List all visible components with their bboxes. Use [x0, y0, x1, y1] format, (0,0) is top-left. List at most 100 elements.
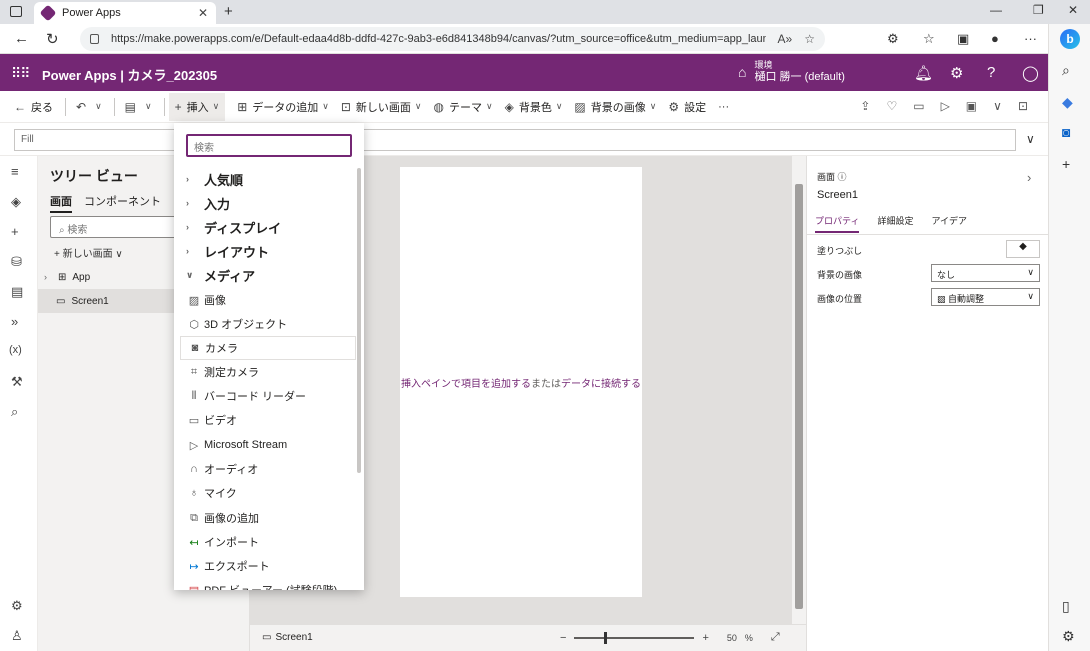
insert-search-input[interactable]: 検索 [186, 134, 352, 157]
search-icon[interactable]: ⌕ [11, 404, 18, 420]
tools-icon[interactable]: ⚒ [11, 374, 23, 390]
more-button[interactable]: ··· [718, 101, 729, 113]
image-position-select[interactable]: ▨ 自動調整 ∨ [931, 288, 1040, 306]
sidebar-toggle-icon[interactable]: ▯ [1062, 598, 1070, 615]
insert-pane-link[interactable]: 挿入ペインで項目を追加する [401, 379, 531, 390]
restore-icon[interactable]: ❐ [1033, 3, 1044, 17]
chevron-right-icon[interactable]: › [1027, 170, 1031, 185]
new-screen-tree-button[interactable]: + 新しい画面 ∨ [54, 245, 123, 260]
window-menu-icon[interactable] [10, 6, 22, 17]
settings-icon[interactable]: ⚙ [11, 598, 23, 614]
zoom-slider-knob[interactable] [604, 631, 608, 644]
virtual-agent-icon[interactable]: ♙ [11, 628, 23, 644]
current-screen[interactable]: ▭ Screen1 [262, 632, 313, 643]
menu-item-barcode-reader[interactable]: ⦀ バーコード リーダー [174, 384, 356, 408]
play-icon[interactable]: ▷ [941, 99, 950, 113]
add-sidebar-app-icon[interactable]: + [1062, 156, 1070, 172]
help-icon[interactable]: ⓘ [838, 172, 847, 182]
browser-tab[interactable]: Power Apps ✕ [34, 2, 216, 24]
tree-view-icon[interactable]: ◈ [11, 194, 21, 210]
read-aloud-icon[interactable]: A» [778, 32, 793, 46]
back-arrow-icon[interactable]: ← [14, 30, 29, 47]
settings-button[interactable]: ⚙ 設定 [668, 99, 706, 115]
menu-item-microsoft-stream[interactable]: ▷ Microsoft Stream [174, 433, 356, 457]
settings-gear-icon[interactable]: ⚙ [950, 64, 963, 82]
app-checker-icon[interactable]: ♡ [886, 99, 897, 113]
menu-icon[interactable]: ≡ [11, 164, 19, 179]
background-image-button[interactable]: ▨ 背景の画像 ∨ [574, 99, 656, 115]
tab-advanced[interactable]: 詳細設定 [877, 214, 913, 233]
connect-data-link[interactable]: データに接続する [561, 379, 641, 390]
category-popular[interactable]: › 人気順 [174, 167, 356, 191]
category-media[interactable]: ∨ メディア [174, 263, 356, 287]
chevron-down-icon[interactable]: ∨ [993, 99, 1002, 113]
zoom-in-icon[interactable]: + [702, 632, 708, 644]
power-automate-icon[interactable]: » [11, 314, 18, 329]
tab-screens[interactable]: 画面 [50, 193, 72, 213]
new-screen-button[interactable]: ⊡ 新しい画面 ∨ [341, 99, 422, 115]
category-input[interactable]: › 入力 [174, 191, 356, 215]
back-button[interactable]: ← 戻る [14, 99, 53, 115]
fit-to-window-icon[interactable]: ⤢ [771, 631, 780, 644]
menu-item-export[interactable]: ↦ エクスポート [174, 554, 356, 578]
favorites-icon[interactable]: ☆ [923, 31, 935, 47]
search-icon[interactable]: ⌕ [1062, 62, 1070, 79]
menu-item-camera[interactable]: ◙ カメラ [180, 336, 356, 360]
menu-item-microphone[interactable]: ♁ マイク [174, 481, 356, 505]
zoom-slider[interactable] [574, 631, 695, 644]
menu-item-import[interactable]: ↤ インポート [174, 530, 356, 554]
add-data-button[interactable]: ⊞ データの追加 ∨ [237, 99, 329, 115]
tab-components[interactable]: コンポーネント [84, 193, 161, 213]
outlook-icon[interactable]: ◙ [1062, 124, 1070, 140]
notifications-icon[interactable]: 🔔︎ [914, 64, 933, 82]
data-icon[interactable]: ⛁ [11, 254, 22, 270]
comments-icon[interactable]: ▭ [913, 99, 924, 113]
chevron-right-icon[interactable]: › [38, 272, 54, 282]
profile-icon[interactable]: ● [991, 31, 999, 46]
expand-formula-icon[interactable]: ∨ [1026, 132, 1035, 146]
publish-icon[interactable]: ⊡ [1018, 99, 1028, 113]
paste-button[interactable]: ▤ ∨ [125, 100, 152, 114]
category-layout[interactable]: › レイアウト [174, 239, 356, 263]
menu-item-video[interactable]: ▭ ビデオ [174, 408, 356, 432]
variables-icon[interactable]: (x) [9, 344, 22, 356]
menu-item-3d-object[interactable]: ⬡ 3D オブジェクト [174, 312, 356, 336]
favorite-star-icon[interactable]: ☆ [804, 32, 815, 46]
screen-canvas[interactable]: 挿入ペインで項目を追加するまたはデータに接続する [400, 167, 642, 597]
background-color-button[interactable]: ◈ 背景色 ∨ [505, 99, 563, 115]
menu-item-measuring-camera[interactable]: ⌗ 測定カメラ [174, 360, 356, 384]
collections-icon[interactable]: ▣ [957, 31, 969, 47]
insert-icon[interactable]: + [11, 224, 19, 239]
category-display[interactable]: › ディスプレイ [174, 215, 356, 239]
menu-item-image[interactable]: ▨ 画像 [174, 288, 356, 312]
minimize-icon[interactable]: — [990, 3, 1002, 17]
theme-button[interactable]: ◍ テーマ ∨ [434, 99, 493, 115]
account-icon[interactable]: ◯ [1022, 64, 1039, 82]
insert-button[interactable]: + 挿入 ∨ [168, 92, 226, 121]
canvas-scrollbar[interactable] [792, 156, 806, 624]
insert-menu-scrollbar[interactable] [357, 168, 361, 473]
menu-item-audio[interactable]: ∩ オーディオ [174, 457, 356, 481]
menu-item-pdf-viewer[interactable]: ▤PDF ビューアー (試験段階) [174, 578, 356, 591]
app-launcher-icon[interactable]: ⠿⠿ [11, 65, 30, 82]
extensions-icon[interactable]: ⚙ [887, 31, 899, 47]
close-window-icon[interactable]: ✕ [1068, 3, 1078, 17]
close-tab-icon[interactable]: ✕ [198, 6, 208, 20]
tab-properties[interactable]: プロパティ [815, 214, 860, 233]
help-icon[interactable]: ? [987, 64, 995, 81]
refresh-icon[interactable]: ↻ [46, 30, 59, 48]
browser-more-icon[interactable]: ··· [1024, 31, 1037, 46]
menu-item-add-picture[interactable]: ⧉ 画像の追加 [174, 506, 356, 530]
bing-icon[interactable]: b [1060, 29, 1080, 49]
environment-picker[interactable]: ⌂ 環境 樋口 勝一 (default) [738, 60, 845, 84]
property-selector[interactable]: Fill [14, 129, 1016, 151]
undo-button[interactable]: ↶ ∨ [76, 100, 102, 114]
zoom-out-icon[interactable]: − [560, 632, 566, 644]
new-tab-icon[interactable]: + [224, 3, 233, 20]
scrollbar-thumb[interactable] [795, 184, 803, 609]
url-field[interactable]: https://make.powerapps.com/e/Default-eda… [80, 27, 825, 51]
background-image-select[interactable]: なし ∨ [931, 264, 1040, 282]
fill-color-picker[interactable]: ◆ [1006, 240, 1040, 258]
tab-ideas[interactable]: アイデア [931, 214, 967, 233]
shopping-icon[interactable]: ◆ [1062, 94, 1073, 111]
